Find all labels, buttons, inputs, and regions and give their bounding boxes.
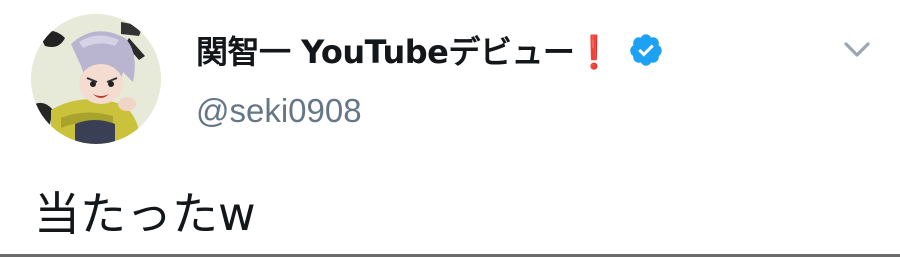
tweet-header: 関智一 YouTubeデビュー❗ @seki0908 bbox=[196, 26, 664, 130]
avatar-illustration-icon bbox=[31, 14, 161, 144]
name-row: 関智一 YouTubeデビュー❗ bbox=[196, 26, 664, 74]
tweet-card: 関智一 YouTubeデビュー❗ @seki0908 当たったw bbox=[0, 0, 900, 257]
avatar[interactable] bbox=[31, 14, 161, 144]
verified-badge-icon bbox=[629, 34, 662, 66]
display-name[interactable]: 関智一 YouTubeデビュー❗ bbox=[196, 27, 614, 73]
user-handle[interactable]: @seki0908 bbox=[196, 92, 664, 130]
chevron-down-icon[interactable] bbox=[842, 38, 872, 62]
tweet-text: 当たったw bbox=[34, 187, 256, 241]
